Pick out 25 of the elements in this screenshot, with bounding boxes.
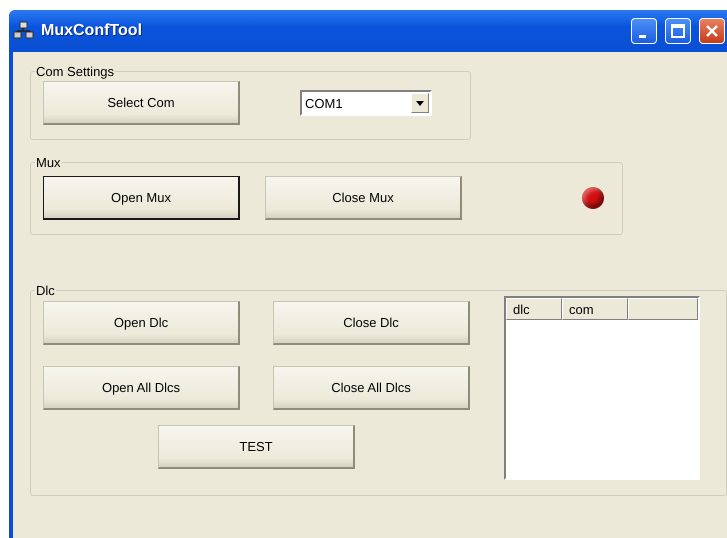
- close-icon: [705, 24, 719, 38]
- column-header[interactable]: dlc: [506, 298, 562, 320]
- dlc-list[interactable]: dlc com: [504, 296, 700, 480]
- maximize-button[interactable]: [665, 18, 691, 44]
- dropdown-arrow-icon: [416, 100, 424, 106]
- mux-button[interactable]: Close Mux: [265, 176, 462, 220]
- mux-button[interactable]: Open Mux: [43, 176, 240, 220]
- dlc-button[interactable]: Open Dlc: [43, 301, 240, 345]
- group-title: Com Settings: [35, 64, 116, 79]
- minimize-button[interactable]: [631, 18, 657, 44]
- test-button[interactable]: TEST: [158, 425, 355, 469]
- dlc-button[interactable]: Close All Dlcs: [273, 366, 470, 410]
- select-com-button[interactable]: Select Com: [43, 81, 240, 125]
- app-icon: [13, 21, 35, 41]
- group-title: Mux: [35, 155, 62, 170]
- column-header[interactable]: com: [562, 298, 628, 320]
- maximize-icon: [671, 24, 685, 38]
- dlc-button[interactable]: Close Dlc: [273, 301, 470, 345]
- window-title: MuxConfTool: [41, 22, 144, 40]
- port-dropdown[interactable]: COM1: [300, 90, 432, 116]
- group-title: Dlc: [35, 283, 56, 298]
- column-header[interactable]: [628, 298, 698, 320]
- dlc-button[interactable]: Open All Dlcs: [43, 366, 240, 410]
- minimize-icon: [638, 34, 646, 38]
- close-button[interactable]: [699, 18, 725, 44]
